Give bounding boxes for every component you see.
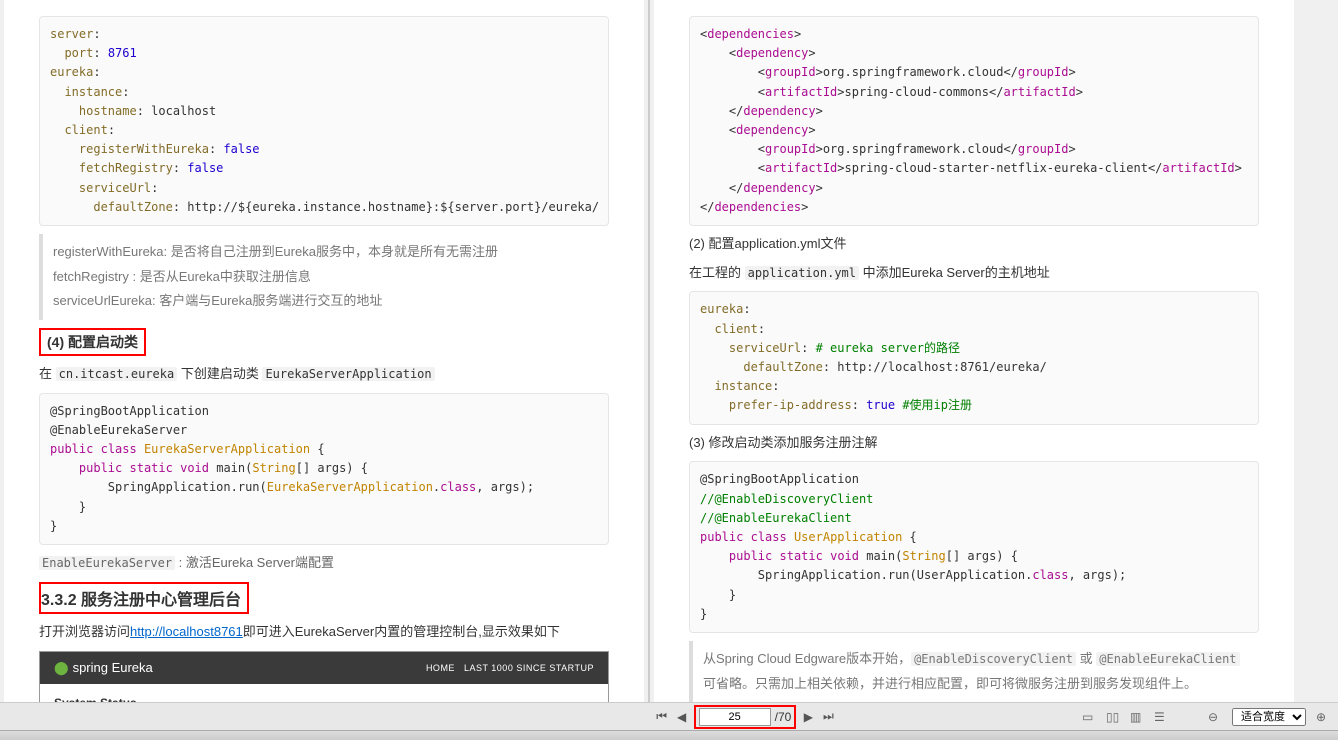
last-page-icon[interactable]: ⏭ <box>820 709 836 725</box>
page-indicator-highlight: /70 <box>694 705 797 729</box>
visit-para: 打开浏览器访问http://localhost8761即可进入EurekaSer… <box>39 622 609 643</box>
heading-332-wrap: 3.3.2 服务注册中心管理后台 <box>39 582 609 614</box>
highlight-box: (4) 配置启动类 <box>39 328 146 356</box>
quote-edgware: 从Spring Cloud Edgware版本开始，@EnableDiscove… <box>689 641 1259 702</box>
next-page-icon[interactable]: ▶ <box>800 709 816 725</box>
page-total: /70 <box>775 710 792 724</box>
page-number-input[interactable] <box>699 708 771 726</box>
view-single-icon[interactable]: ▭ <box>1082 710 1096 724</box>
section-2-title: (2) 配置application.yml文件 <box>689 234 1259 255</box>
document-viewport: server: port: 8761 eureka: instance: hos… <box>0 0 1338 702</box>
os-taskbar[interactable] <box>0 730 1338 740</box>
view-two-icon[interactable]: ▯▯ <box>1106 710 1120 724</box>
zoom-select[interactable]: 适合宽度 <box>1232 708 1306 726</box>
section-4-para: 在 cn.itcast.eureka 下创建启动类 EurekaServerAp… <box>39 364 609 385</box>
localhost-link[interactable]: http://localhost8761 <box>130 624 243 639</box>
view-book-icon[interactable]: ▥ <box>1130 710 1144 724</box>
first-page-icon[interactable]: ⏮ <box>654 709 670 725</box>
zoom-out-icon[interactable]: ⊖ <box>1208 710 1222 724</box>
section-2-para: 在工程的 application.yml 中添加Eureka Server的主机… <box>689 263 1259 284</box>
prev-page-icon[interactable]: ◀ <box>674 709 690 725</box>
pdf-toolbar: ⏮ ◀ /70 ▶ ⏭ ▭ ▯▯ ▥ ☰ ⊖ 适合宽度 ⊕ <box>0 702 1338 730</box>
section-4-title: (4) 配置启动类 <box>39 328 609 356</box>
system-status-heading: System Status <box>54 696 594 702</box>
page-left: server: port: 8761 eureka: instance: hos… <box>4 0 644 702</box>
zoom-in-icon[interactable]: ⊕ <box>1316 710 1330 724</box>
page-right: <dependencies> <dependency> <groupId>org… <box>654 0 1294 702</box>
spring-leaf-icon: ⬤ <box>54 660 69 676</box>
code-xml-dependencies: <dependencies> <dependency> <groupId>org… <box>689 16 1259 226</box>
code-java-user-app: @SpringBootApplication //@EnableDiscover… <box>689 461 1259 633</box>
eureka-dashboard-screenshot: ⬤spring Eureka HOME LAST 1000 SINCE STAR… <box>39 651 609 702</box>
code-yaml-server: server: port: 8761 eureka: instance: hos… <box>39 16 609 226</box>
section-3-title: (3) 修改启动类添加服务注册注解 <box>689 433 1259 454</box>
code-java-eureka-app: @SpringBootApplication @EnableEurekaServ… <box>39 393 609 545</box>
code-yaml-client: eureka: client: serviceUrl: # eureka ser… <box>689 291 1259 424</box>
enable-note: EnableEurekaServer : 激活Eureka Server端配置 <box>39 553 609 574</box>
page-divider <box>648 0 650 702</box>
view-continuous-icon[interactable]: ☰ <box>1154 710 1168 724</box>
quote-register-desc: registerWithEureka: 是否将自己注册到Eureka服务中，本身… <box>39 234 609 320</box>
heading-332: 3.3.2 服务注册中心管理后台 <box>41 592 241 609</box>
